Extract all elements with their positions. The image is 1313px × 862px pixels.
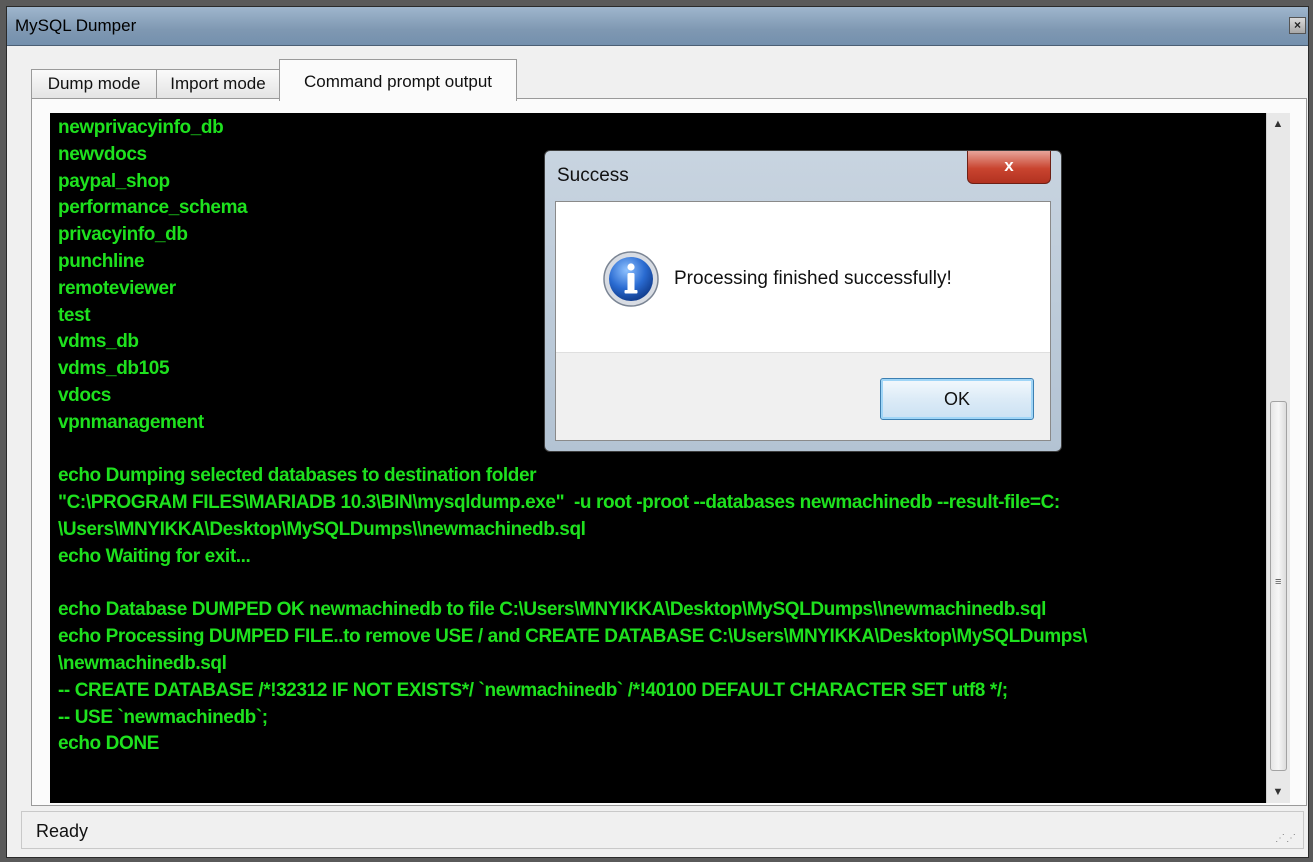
console-line: \Users\MNYIKKA\Desktop\MySQLDumps\\newma…	[58, 519, 586, 540]
console-line: punchline	[58, 251, 145, 272]
console-line: paypal_shop	[58, 170, 170, 192]
window-title: MySQL Dumper	[15, 16, 137, 35]
console-line: "C:\PROGRAM FILES\MARIADB 10.3\BIN\mysql…	[58, 492, 1060, 514]
tab-dump-mode[interactable]: Dump mode	[31, 69, 157, 99]
console-line: performance_schema	[58, 197, 248, 219]
console-line: vdms_db	[58, 331, 139, 353]
console-line: echo Dumping selected databases to desti…	[58, 465, 537, 487]
success-dialog: Success x Processing finished successful…	[544, 150, 1062, 452]
console-line: echo DONE	[58, 733, 159, 755]
console-line: \newmachinedb.sql	[58, 653, 227, 674]
console-line: test	[58, 304, 91, 326]
ok-button[interactable]: OK	[880, 378, 1034, 420]
console-line: vpnmanagement	[58, 411, 204, 433]
console-line: echo Waiting for exit...	[58, 545, 251, 567]
console-line: -- USE `newmachinedb`;	[58, 706, 268, 728]
console-scrollbar[interactable]: ▲ ≡ ▼	[1266, 113, 1290, 803]
dialog-title: Success	[557, 165, 629, 186]
dialog-message: Processing finished successfully!	[674, 268, 952, 289]
console-line: vdms_db105	[58, 358, 170, 380]
tab-import-mode[interactable]: Import mode	[156, 69, 280, 99]
console-line: remoteviewer	[58, 277, 176, 299]
console-line: vdocs	[58, 385, 111, 406]
scroll-thumb[interactable]: ≡	[1270, 401, 1287, 771]
scroll-down-arrow-icon[interactable]: ▼	[1267, 781, 1289, 803]
console-line: echo Processing DUMPED FILE..to remove U…	[58, 626, 1088, 648]
console-line: privacyinfo_db	[58, 224, 188, 246]
resize-grip-icon[interactable]: ⋰⋰	[1275, 833, 1297, 844]
console-line: newvdocs	[58, 143, 147, 165]
dialog-body: Processing finished successfully! OK	[555, 201, 1051, 441]
title-bar[interactable]: MySQL Dumper ×	[7, 7, 1308, 46]
console-line: newprivacyinfo_db	[58, 117, 224, 138]
scroll-up-arrow-icon[interactable]: ▲	[1267, 113, 1289, 135]
info-icon	[603, 251, 659, 307]
console-line: echo Database DUMPED OK newmachinedb to …	[58, 599, 1047, 621]
console-line: -- CREATE DATABASE /*!32312 IF NOT EXIST…	[58, 679, 1008, 701]
dialog-footer: OK	[556, 352, 1050, 440]
tab-command-prompt-output[interactable]: Command prompt output	[279, 59, 517, 101]
status-bar: Ready ⋰⋰	[21, 811, 1304, 849]
grip-icon: ≡	[1275, 576, 1282, 588]
window-close-button[interactable]: ×	[1289, 17, 1306, 34]
dialog-close-button[interactable]: x	[967, 151, 1051, 184]
status-text: Ready	[36, 821, 89, 841]
